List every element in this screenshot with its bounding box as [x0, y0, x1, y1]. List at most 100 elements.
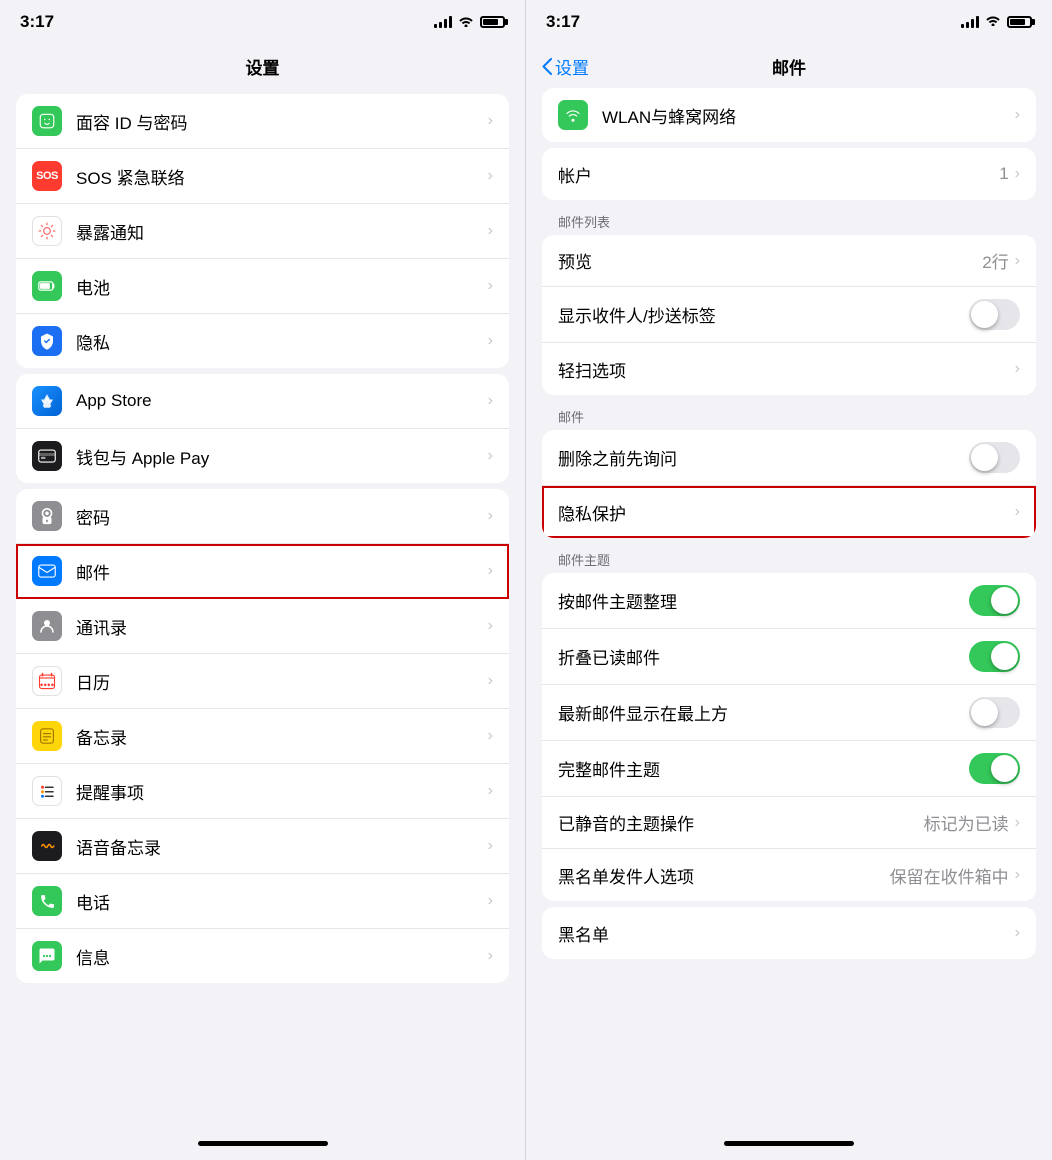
- reminders-item[interactable]: 提醒事项 ›: [16, 764, 509, 819]
- face-id-label: 面容 ID 与密码: [76, 109, 488, 134]
- notes-chevron: ›: [488, 727, 493, 745]
- sos-item[interactable]: SOS SOS 紧急联络 ›: [16, 149, 509, 204]
- newest-top-toggle[interactable]: [969, 697, 1020, 728]
- notes-item[interactable]: 备忘录 ›: [16, 709, 509, 764]
- newest-top-item[interactable]: 最新邮件显示在最上方: [542, 685, 1036, 741]
- privacy-icon: [32, 326, 62, 356]
- reminders-label: 提醒事项: [76, 779, 488, 804]
- left-nav-header: 设置: [0, 44, 525, 88]
- swipe-item[interactable]: 轻扫选项 ›: [542, 343, 1036, 395]
- reminders-chevron: ›: [488, 782, 493, 800]
- complete-thread-item[interactable]: 完整邮件主题: [542, 741, 1036, 797]
- muted-item[interactable]: 已静音的主题操作 标记为已读 ›: [542, 797, 1036, 849]
- complete-thread-toggle[interactable]: [969, 753, 1020, 784]
- collapse-toggle[interactable]: [969, 641, 1020, 672]
- wlan-label: WLAN与蜂窝网络: [602, 103, 1015, 128]
- privacy-protection-label: 隐私保护: [558, 500, 1015, 525]
- show-to-label: 显示收件人/抄送标签: [558, 302, 969, 327]
- show-to-item[interactable]: 显示收件人/抄送标签: [542, 287, 1036, 343]
- newest-top-label: 最新邮件显示在最上方: [558, 700, 969, 725]
- organize-toggle[interactable]: [969, 585, 1020, 616]
- left-time: 3:17: [20, 12, 54, 32]
- contacts-item[interactable]: 通讯录 ›: [16, 599, 509, 654]
- complete-thread-label: 完整邮件主题: [558, 756, 969, 781]
- muted-label: 已静音的主题操作: [558, 810, 924, 835]
- appstore-item[interactable]: App Store ›: [16, 374, 509, 429]
- mail-section: 删除之前先询问 隐私保护 ›: [542, 430, 1036, 538]
- preview-label: 预览: [558, 248, 982, 273]
- privacy-item[interactable]: 隐私 ›: [16, 314, 509, 368]
- voice-memos-item[interactable]: 语音备忘录 ›: [16, 819, 509, 874]
- calendar-item[interactable]: ●●●● 日历 ›: [16, 654, 509, 709]
- left-home-indicator: [0, 1126, 525, 1160]
- left-status-bar: 3:17: [0, 0, 525, 44]
- left-panel: 3:17 设置: [0, 0, 526, 1160]
- right-scroll[interactable]: WLAN与蜂窝网络 › 帐户 1 › 邮件列表 预览 2行 › 显示收件人/抄送…: [526, 88, 1052, 1126]
- sos-icon: SOS: [32, 161, 62, 191]
- battery-item[interactable]: 电池 ›: [16, 259, 509, 314]
- right-time: 3:17: [546, 12, 580, 32]
- wallet-item[interactable]: 钱包与 Apple Pay ›: [16, 429, 509, 483]
- blacklist-label: 黑名单发件人选项: [558, 863, 890, 888]
- passwords-item[interactable]: 密码 ›: [16, 489, 509, 544]
- privacy-protection-item[interactable]: 隐私保护 ›: [542, 486, 1036, 538]
- preview-chevron: ›: [1015, 252, 1020, 270]
- show-to-toggle[interactable]: [969, 299, 1020, 330]
- phone-chevron: ›: [488, 892, 493, 910]
- swipe-label: 轻扫选项: [558, 357, 1015, 382]
- sos-label: SOS 紧急联络: [76, 164, 488, 189]
- face-id-item[interactable]: 面容 ID 与密码 ›: [16, 94, 509, 149]
- passwords-chevron: ›: [488, 507, 493, 525]
- exposure-label: 暴露通知: [76, 219, 488, 244]
- muted-chevron: ›: [1015, 814, 1020, 832]
- battery-icon: [480, 16, 505, 28]
- privacy-chevron: ›: [488, 332, 493, 350]
- right-home-bar: [724, 1141, 854, 1146]
- messages-item[interactable]: 信息 ›: [16, 929, 509, 983]
- settings-group-1: 面容 ID 与密码 › SOS SOS 紧急联络 ›: [16, 94, 509, 368]
- face-id-icon: [32, 106, 62, 136]
- contacts-label: 通讯录: [76, 614, 488, 639]
- voice-memos-label: 语音备忘录: [76, 834, 488, 859]
- mail-section-label: 邮件: [526, 401, 1052, 430]
- delete-confirm-item[interactable]: 删除之前先询问: [542, 430, 1036, 486]
- blacklist-item[interactable]: 黑名单发件人选项 保留在收件箱中 ›: [542, 849, 1036, 901]
- organize-label: 按邮件主题整理: [558, 588, 969, 613]
- privacy-protection-chevron: ›: [1015, 503, 1020, 521]
- wlan-item[interactable]: WLAN与蜂窝网络 ›: [542, 88, 1036, 142]
- face-id-chevron: ›: [488, 112, 493, 130]
- settings-group-3: 密码 › 邮件 ›: [16, 489, 509, 983]
- battery-settings-icon: [32, 271, 62, 301]
- mail-item[interactable]: 邮件 ›: [16, 544, 509, 599]
- exposure-item[interactable]: 暴露通知 ›: [16, 204, 509, 259]
- calendar-chevron: ›: [488, 672, 493, 690]
- thread-section: 按邮件主题整理 折叠已读邮件 最新邮件显示在最上方: [542, 573, 1036, 901]
- mail-chevron: ›: [488, 562, 493, 580]
- right-nav-title: 邮件: [526, 54, 1052, 79]
- accounts-label: 帐户: [558, 162, 999, 187]
- collapse-item[interactable]: 折叠已读邮件: [542, 629, 1036, 685]
- preview-item[interactable]: 预览 2行 ›: [542, 235, 1036, 287]
- right-back-button[interactable]: 设置: [542, 54, 589, 79]
- phone-label: 电话: [76, 889, 488, 914]
- organize-item[interactable]: 按邮件主题整理: [542, 573, 1036, 629]
- delete-confirm-toggle[interactable]: [969, 442, 1020, 473]
- appstore-chevron: ›: [488, 392, 493, 410]
- svg-text:●●●●: ●●●●: [40, 682, 55, 688]
- phone-item[interactable]: 电话 ›: [16, 874, 509, 929]
- voice-memos-icon: [32, 831, 62, 861]
- accounts-value: 1: [999, 164, 1008, 184]
- sos-chevron: ›: [488, 167, 493, 185]
- mail-list-section: 预览 2行 › 显示收件人/抄送标签 轻扫选项 ›: [542, 235, 1036, 395]
- calendar-icon: ●●●●: [32, 666, 62, 696]
- wallet-chevron: ›: [488, 447, 493, 465]
- blacklist2-label: 黑名单: [558, 921, 1015, 946]
- reminders-icon: [32, 776, 62, 806]
- contacts-icon: [32, 611, 62, 641]
- accounts-item[interactable]: 帐户 1 ›: [542, 148, 1036, 200]
- wallet-icon: [32, 441, 62, 471]
- blacklist2-item[interactable]: 黑名单 ›: [542, 907, 1036, 959]
- blacklist2-section: 黑名单 ›: [542, 907, 1036, 959]
- left-scroll[interactable]: 面容 ID 与密码 › SOS SOS 紧急联络 ›: [0, 88, 525, 1126]
- mail-label: 邮件: [76, 559, 488, 584]
